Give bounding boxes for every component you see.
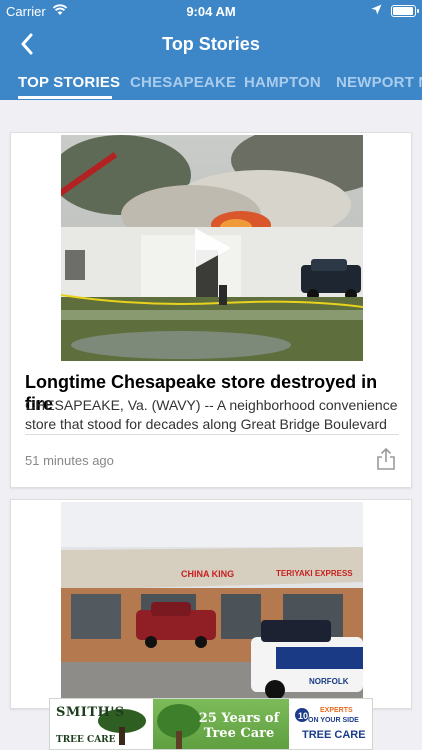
article-timestamp: 51 minutes ago (25, 453, 114, 468)
sign-teriyaki: TERIYAKI EXPRESS (276, 569, 353, 578)
article-photo-fire[interactable] (61, 135, 363, 361)
nav-bar: Top Stories (0, 22, 422, 66)
ad-banner[interactable]: SMITH'S TREE CARE 25 Years of Tree Care … (49, 698, 373, 750)
ad-right-line3: TREE CARE (302, 729, 366, 741)
ad-right-line2: ON YOUR SIDE (308, 717, 359, 724)
sign-china-king: CHINA KING (181, 569, 234, 579)
ad-headline: 25 Years of Tree Care (198, 711, 280, 741)
active-tab-indicator (18, 96, 112, 99)
article-photo-shopping-center[interactable]: CHINA KING TERIYAKI EXPRESS NORFOLK (61, 502, 363, 702)
tab-hampton[interactable]: HAMPTON (244, 74, 321, 91)
vehicle-text: NORFOLK (309, 677, 349, 686)
battery-icon (391, 5, 419, 17)
location-arrow-icon (371, 4, 382, 15)
ad-brand-sub: TREE CARE (56, 735, 116, 745)
card-divider (25, 434, 399, 435)
status-bar: Carrier 9:04 AM (0, 0, 422, 22)
article-card[interactable]: Longtime Chesapeake store destroyed in f… (10, 132, 412, 488)
svg-text:10: 10 (298, 711, 308, 721)
tab-top-stories[interactable]: TOP STORIES (18, 74, 120, 91)
clock: 9:04 AM (186, 4, 236, 19)
play-video-icon[interactable] (193, 226, 233, 270)
ad-right-line1: EXPERTS (320, 707, 353, 714)
ad-brand: SMITH'S (56, 705, 125, 720)
section-tabs: TOP STORIES CHESAPEAKE HAMPTON NEWPORT N (0, 66, 422, 100)
article-summary[interactable]: CHESAPEAKE, Va. (WAVY) -- A neighborhood… (25, 396, 405, 434)
tab-chesapeake[interactable]: CHESAPEAKE (130, 74, 236, 91)
share-icon[interactable] (375, 447, 397, 471)
tab-newport-news[interactable]: NEWPORT N (336, 74, 422, 91)
article-card[interactable]: CHINA KING TERIYAKI EXPRESS NORFOLK (10, 499, 412, 709)
page-title: Top Stories (162, 34, 260, 54)
